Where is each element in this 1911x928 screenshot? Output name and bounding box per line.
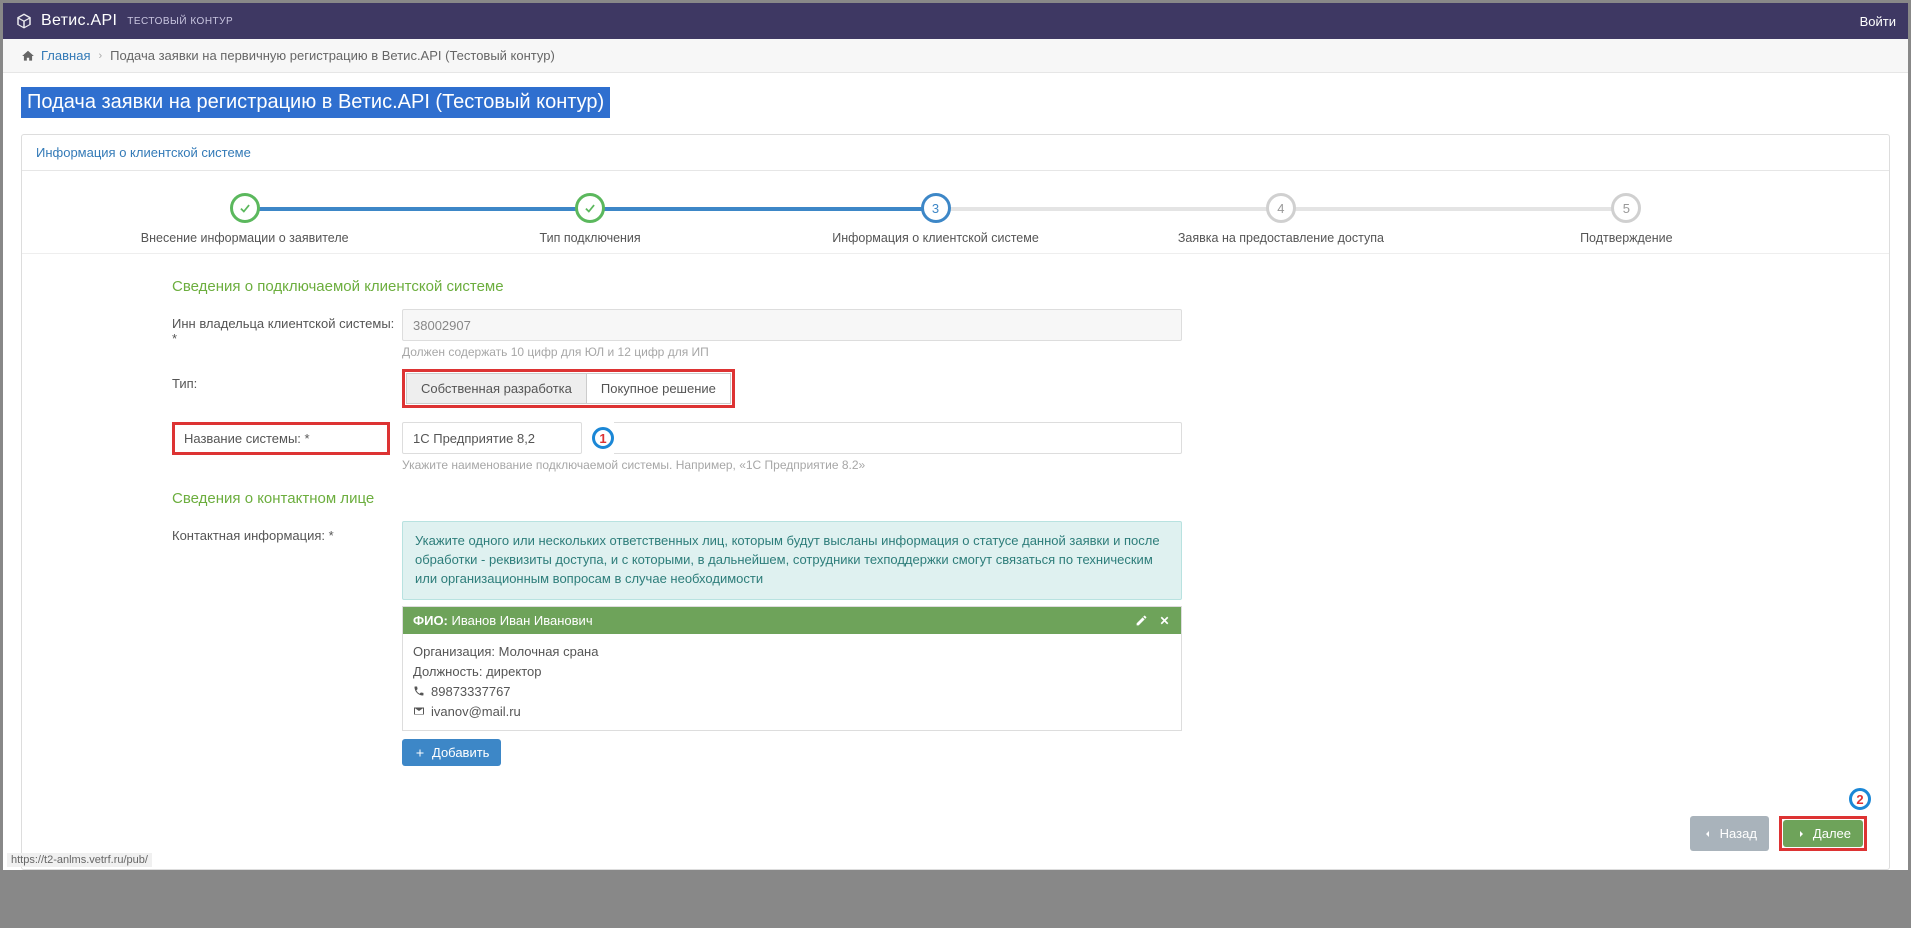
step-5-label: Подтверждение [1454,231,1799,245]
step-3: 3 Информация о клиентской системе [763,193,1108,245]
contact-card: ФИО: Иванов Иван Иванович Организация: М… [402,606,1182,732]
section-contact-title: Сведения о контактном лице [172,490,1871,507]
top-bar: Ветис.API ТЕСТОВЫЙ КОНТУР Войти [3,3,1908,39]
arrow-left-icon [1702,828,1714,840]
inn-label: Инн владельца клиентской системы: * [172,309,402,346]
step-1-label: Внесение информации о заявителе [72,231,417,245]
status-bar-url: https://t2-anlms.vetrf.ru/pub/ [7,853,152,867]
step-4-label: Заявка на предоставление доступа [1108,231,1453,245]
panel-header: Информация о клиентской системе [22,135,1889,171]
back-button[interactable]: Назад [1690,816,1769,851]
contact-pos: директор [486,664,541,679]
close-icon[interactable] [1158,614,1171,627]
step-2-label: Тип подключения [417,231,762,245]
step-5: 5 Подтверждение [1454,193,1799,245]
step-1: Внесение информации о заявителе [72,193,417,245]
system-name-input[interactable] [402,422,582,454]
next-button[interactable]: Далее [1783,820,1863,847]
contact-email: ivanov@mail.ru [431,704,521,719]
step-3-label: Информация о клиентской системе [763,231,1108,245]
mail-icon [413,705,425,717]
step-2: Тип подключения [417,193,762,245]
brand-title: Ветис.API [41,12,117,30]
type-option-own[interactable]: Собственная разработка [406,373,586,404]
breadcrumb-current: Подача заявки на первичную регистрацию в… [110,48,555,63]
breadcrumb-home[interactable]: Главная [41,48,90,63]
home-icon [21,49,35,63]
contact-phone: 89873337767 [431,684,511,699]
edit-icon[interactable] [1135,614,1148,627]
breadcrumb-separator: › [98,50,102,62]
inn-input[interactable] [402,309,1182,341]
env-label: ТЕСТОВЫЙ КОНТУР [127,16,233,27]
type-label: Тип: [172,369,402,391]
add-contact-label: Добавить [432,745,489,760]
contact-org: Молочная срана [499,644,599,659]
next-button-label: Далее [1813,826,1851,841]
type-option-purchased[interactable]: Покупное решение [586,373,731,404]
cube-icon [15,12,33,30]
contact-fio: Иванов Иван Иванович [452,613,593,628]
contact-info-hint-box: Укажите одного или нескольких ответствен… [402,521,1182,600]
step-4-number: 4 [1266,193,1296,223]
breadcrumb: Главная › Подача заявки на первичную рег… [3,39,1908,73]
step-5-number: 5 [1611,193,1641,223]
login-link[interactable]: Войти [1860,14,1896,29]
page-title: Подача заявки на регистрацию в Ветис.API… [21,87,610,118]
section-client-system-title: Сведения о подключаемой клиентской систе… [172,278,1871,295]
contact-fio-label: ФИО: [413,613,448,628]
annotation-2: 2 [1849,788,1871,810]
step-4: 4 Заявка на предоставление доступа [1108,193,1453,245]
contact-pos-label: Должность: [413,664,482,679]
main-panel: Информация о клиентской системе Внесение… [21,134,1890,870]
back-button-label: Назад [1720,826,1757,841]
annotation-1: 1 [592,427,614,449]
add-contact-button[interactable]: Добавить [402,739,501,766]
system-name-label: Название системы: * [176,426,318,451]
wizard-stepper: Внесение информации о заявителе Тип подк… [22,171,1889,254]
plus-icon [414,747,426,759]
contact-info-label: Контактная информация: * [172,521,402,543]
contact-org-label: Организация: [413,644,495,659]
system-name-hint: Укажите наименование подключаемой систем… [402,458,1182,472]
phone-icon [413,685,425,697]
step-3-number: 3 [921,193,951,223]
check-icon [238,201,252,215]
inn-hint: Должен содержать 10 цифр для ЮЛ и 12 циф… [402,345,1182,359]
check-icon [583,201,597,215]
arrow-right-icon [1795,828,1807,840]
